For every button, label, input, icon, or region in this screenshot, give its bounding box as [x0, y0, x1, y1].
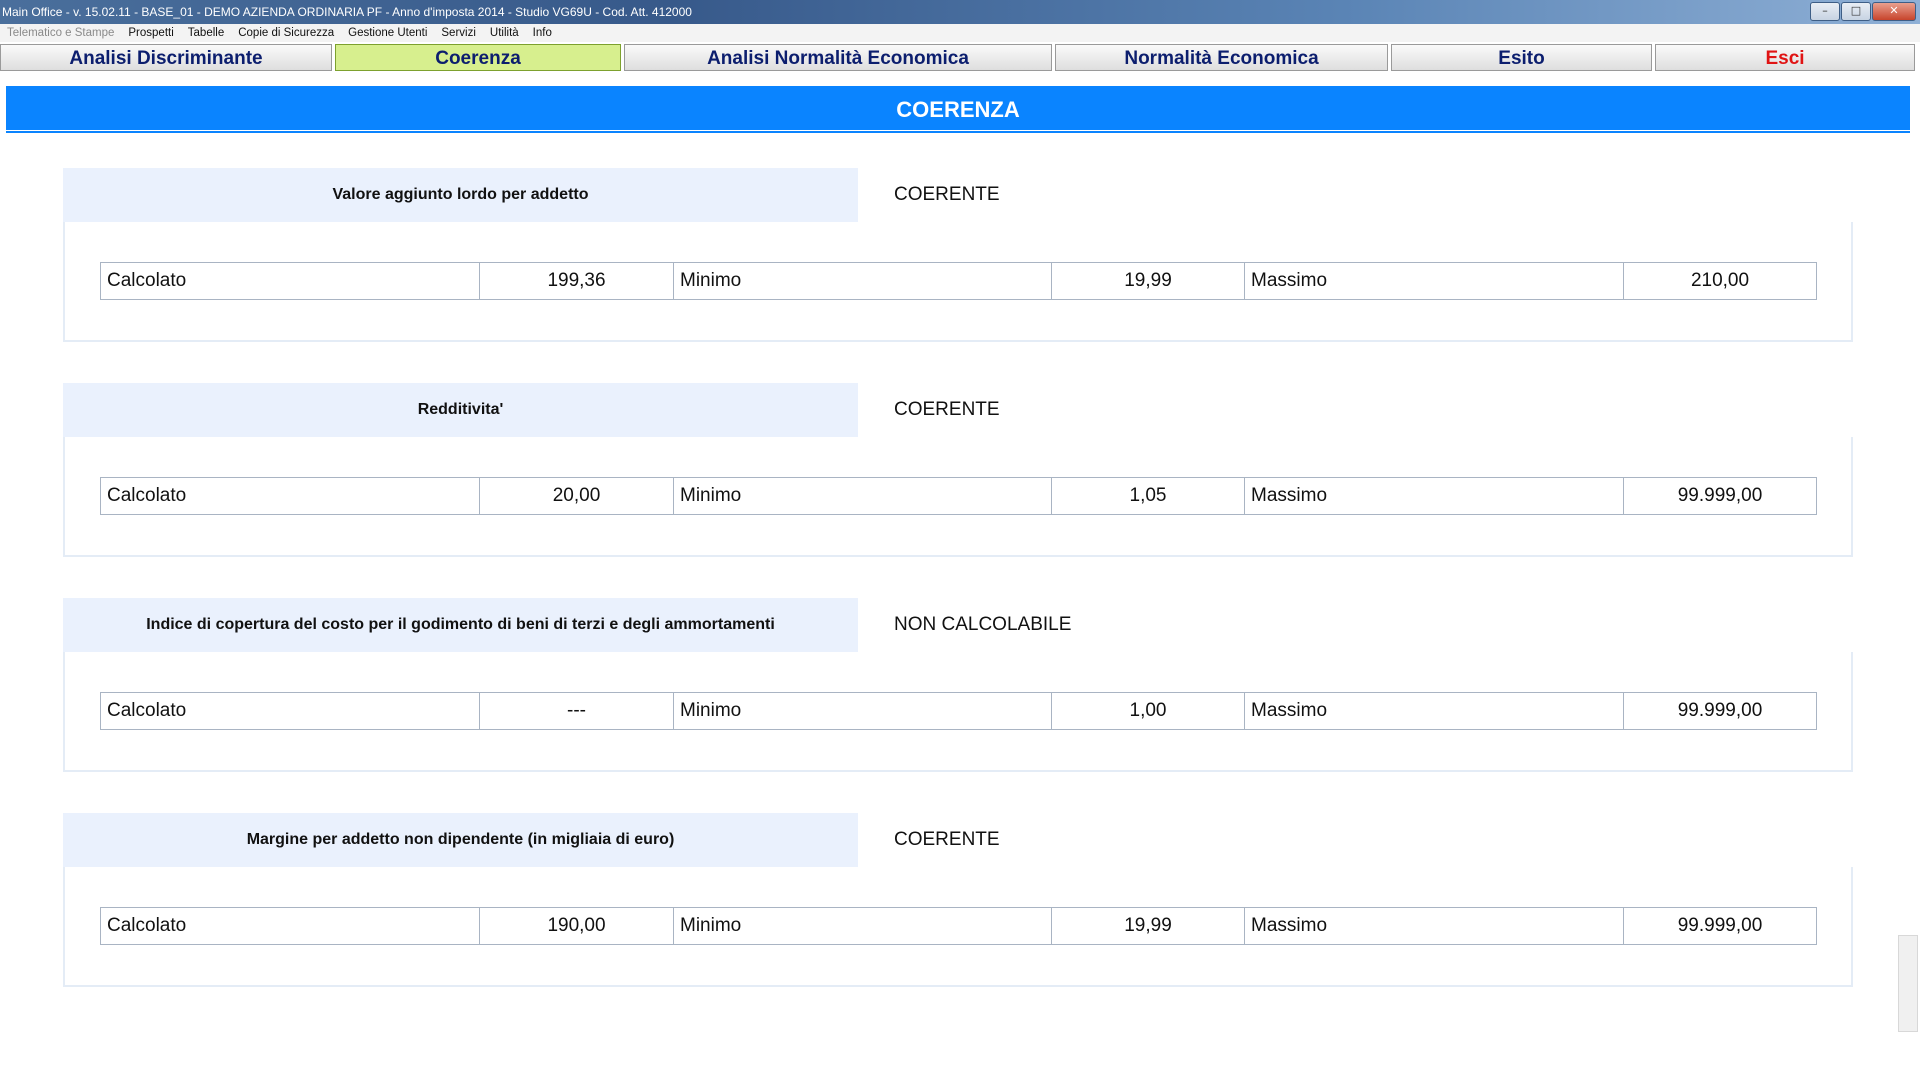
window-controls: – □ ✕	[1810, 2, 1916, 21]
minimize-icon[interactable]: –	[1810, 2, 1840, 21]
minimo-label: Minimo	[673, 692, 1052, 730]
section-status: COERENTE	[894, 399, 1000, 420]
menu-copie-di-sicurezza[interactable]: Copie di Sicurezza	[231, 24, 341, 42]
calcolato-label: Calcolato	[100, 692, 480, 730]
section-status: COERENTE	[894, 829, 1000, 850]
menu-telematico-e-stampe[interactable]: Telematico e Stampe	[0, 24, 121, 42]
calcolato-value: 20,00	[479, 477, 674, 515]
maximize-icon[interactable]: □	[1841, 2, 1871, 21]
massimo-value: 210,00	[1623, 262, 1817, 300]
calcolato-label: Calcolato	[100, 262, 480, 300]
tab-analisi-discriminante[interactable]: Analisi Discriminante	[0, 44, 332, 71]
minimo-label: Minimo	[673, 477, 1052, 515]
menu-tabelle[interactable]: Tabelle	[181, 24, 231, 42]
section-title: Redditivita'	[63, 383, 858, 437]
scrollbar-thumb[interactable]	[1898, 935, 1918, 1032]
section-status: COERENTE	[894, 184, 1000, 205]
tab-coerenza[interactable]: Coerenza	[335, 44, 621, 71]
minimo-value: 19,99	[1051, 907, 1245, 945]
minimo-value: 19,99	[1051, 262, 1245, 300]
massimo-value: 99.999,00	[1623, 692, 1817, 730]
title-bar: Main Office - v. 15.02.11 - BASE_01 - DE…	[0, 0, 1920, 24]
menu-prospetti[interactable]: Prospetti	[121, 24, 180, 42]
section-body: Calcolato 20,00 Minimo 1,05 Massimo 99.9…	[63, 437, 1853, 557]
tab-analisi-normalita-economica[interactable]: Analisi Normalità Economica	[624, 44, 1052, 71]
section-body: Calcolato --- Minimo 1,00 Massimo 99.999…	[63, 652, 1853, 772]
minimo-label: Minimo	[673, 907, 1052, 945]
section-status: NON CALCOLABILE	[894, 614, 1072, 635]
banner-divider	[6, 131, 1910, 133]
massimo-label: Massimo	[1244, 692, 1624, 730]
window-title: Main Office - v. 15.02.11 - BASE_01 - DE…	[2, 5, 692, 19]
calcolato-value: ---	[479, 692, 674, 730]
page-title: COERENZA	[6, 86, 1910, 130]
menu-info[interactable]: Info	[526, 24, 559, 42]
massimo-value: 99.999,00	[1623, 907, 1817, 945]
values-row: Calcolato 20,00 Minimo 1,05 Massimo 99.9…	[100, 477, 1817, 515]
massimo-value: 99.999,00	[1623, 477, 1817, 515]
calcolato-label: Calcolato	[100, 477, 480, 515]
tab-esito[interactable]: Esito	[1391, 44, 1652, 71]
section-title: Margine per addetto non dipendente (in m…	[63, 813, 858, 867]
menu-servizi[interactable]: Servizi	[434, 24, 483, 42]
values-row: Calcolato 199,36 Minimo 19,99 Massimo 21…	[100, 262, 1817, 300]
menu-utilita[interactable]: Utilità	[483, 24, 526, 42]
tab-normalita-economica[interactable]: Normalità Economica	[1055, 44, 1388, 71]
massimo-label: Massimo	[1244, 262, 1624, 300]
menu-gestione-utenti[interactable]: Gestione Utenti	[341, 24, 434, 42]
minimo-value: 1,00	[1051, 692, 1245, 730]
close-icon[interactable]: ✕	[1872, 2, 1916, 21]
calcolato-value: 190,00	[479, 907, 674, 945]
calcolato-label: Calcolato	[100, 907, 480, 945]
values-row: Calcolato --- Minimo 1,00 Massimo 99.999…	[100, 692, 1817, 730]
tab-bar: Analisi Discriminante Coerenza Analisi N…	[0, 44, 1920, 73]
menu-bar: Telematico e Stampe Prospetti Tabelle Co…	[0, 24, 1920, 42]
massimo-label: Massimo	[1244, 907, 1624, 945]
section-title: Valore aggiunto lordo per addetto	[63, 168, 858, 222]
tab-esci[interactable]: Esci	[1655, 44, 1915, 71]
section-title: Indice di copertura del costo per il god…	[63, 598, 858, 652]
calcolato-value: 199,36	[479, 262, 674, 300]
section-body: Calcolato 190,00 Minimo 19,99 Massimo 99…	[63, 867, 1853, 987]
minimo-label: Minimo	[673, 262, 1052, 300]
massimo-label: Massimo	[1244, 477, 1624, 515]
minimo-value: 1,05	[1051, 477, 1245, 515]
section-body: Calcolato 199,36 Minimo 19,99 Massimo 21…	[63, 222, 1853, 342]
values-row: Calcolato 190,00 Minimo 19,99 Massimo 99…	[100, 907, 1817, 945]
